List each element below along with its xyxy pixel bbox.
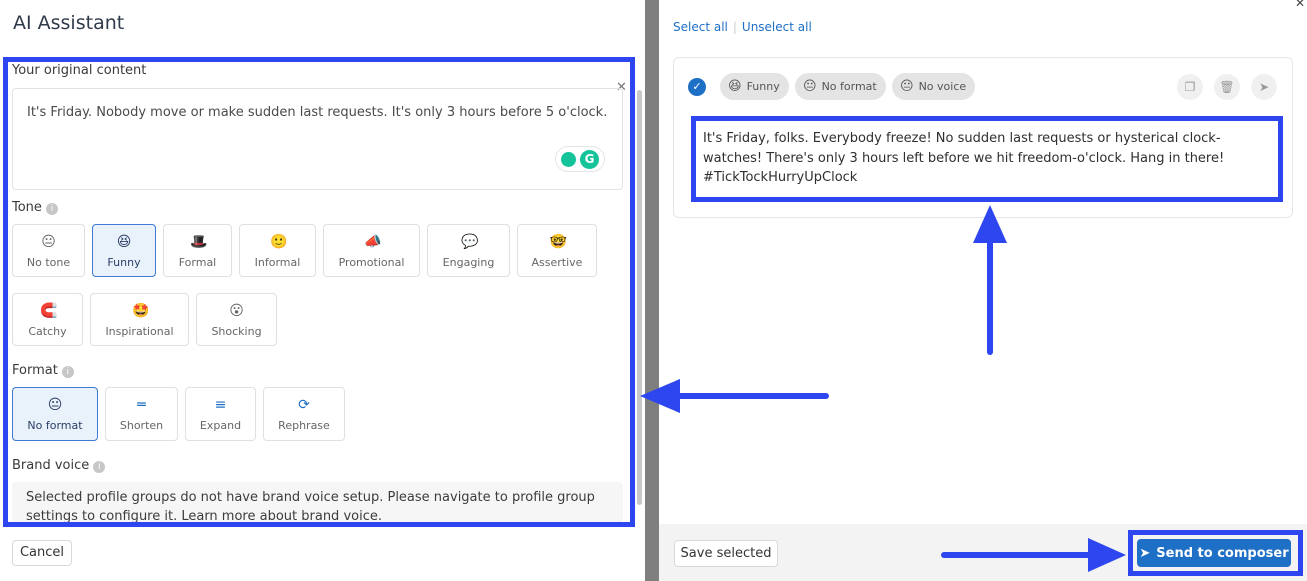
tag-no-format: 😐 No format <box>795 73 886 100</box>
tag-no-voice: 😐 No voice <box>892 73 976 100</box>
copy-icon[interactable]: ❐ <box>1177 74 1203 100</box>
unselect-all-link[interactable]: Unselect all <box>742 20 812 34</box>
trash-icon[interactable]: 🗑 <box>1214 74 1240 100</box>
cancel-button[interactable]: Cancel <box>12 540 72 566</box>
neutral-face-icon: 😐 <box>900 79 914 94</box>
selection-links: Select all | Unselect all <box>673 20 812 34</box>
send-to-composer-button[interactable]: ➤ Send to composer <box>1137 539 1291 567</box>
annotation-highlight-result <box>691 116 1283 202</box>
send-icon: ➤ <box>1139 545 1151 561</box>
laughing-face-icon: 😆 <box>728 79 742 94</box>
dialog-title: AI Assistant <box>13 12 125 34</box>
neutral-face-icon: 😐 <box>803 79 817 94</box>
scrollbar[interactable] <box>637 90 642 505</box>
annotation-highlight-settings <box>3 57 635 527</box>
close-icon[interactable]: ✕ <box>1295 0 1305 10</box>
select-all-link[interactable]: Select all <box>673 20 728 34</box>
tag-funny: 😆 Funny <box>720 73 789 100</box>
result-checkbox[interactable]: ✓ <box>688 78 706 96</box>
save-selected-button[interactable]: Save selected <box>674 540 778 567</box>
send-icon[interactable]: ➤ <box>1251 74 1277 100</box>
